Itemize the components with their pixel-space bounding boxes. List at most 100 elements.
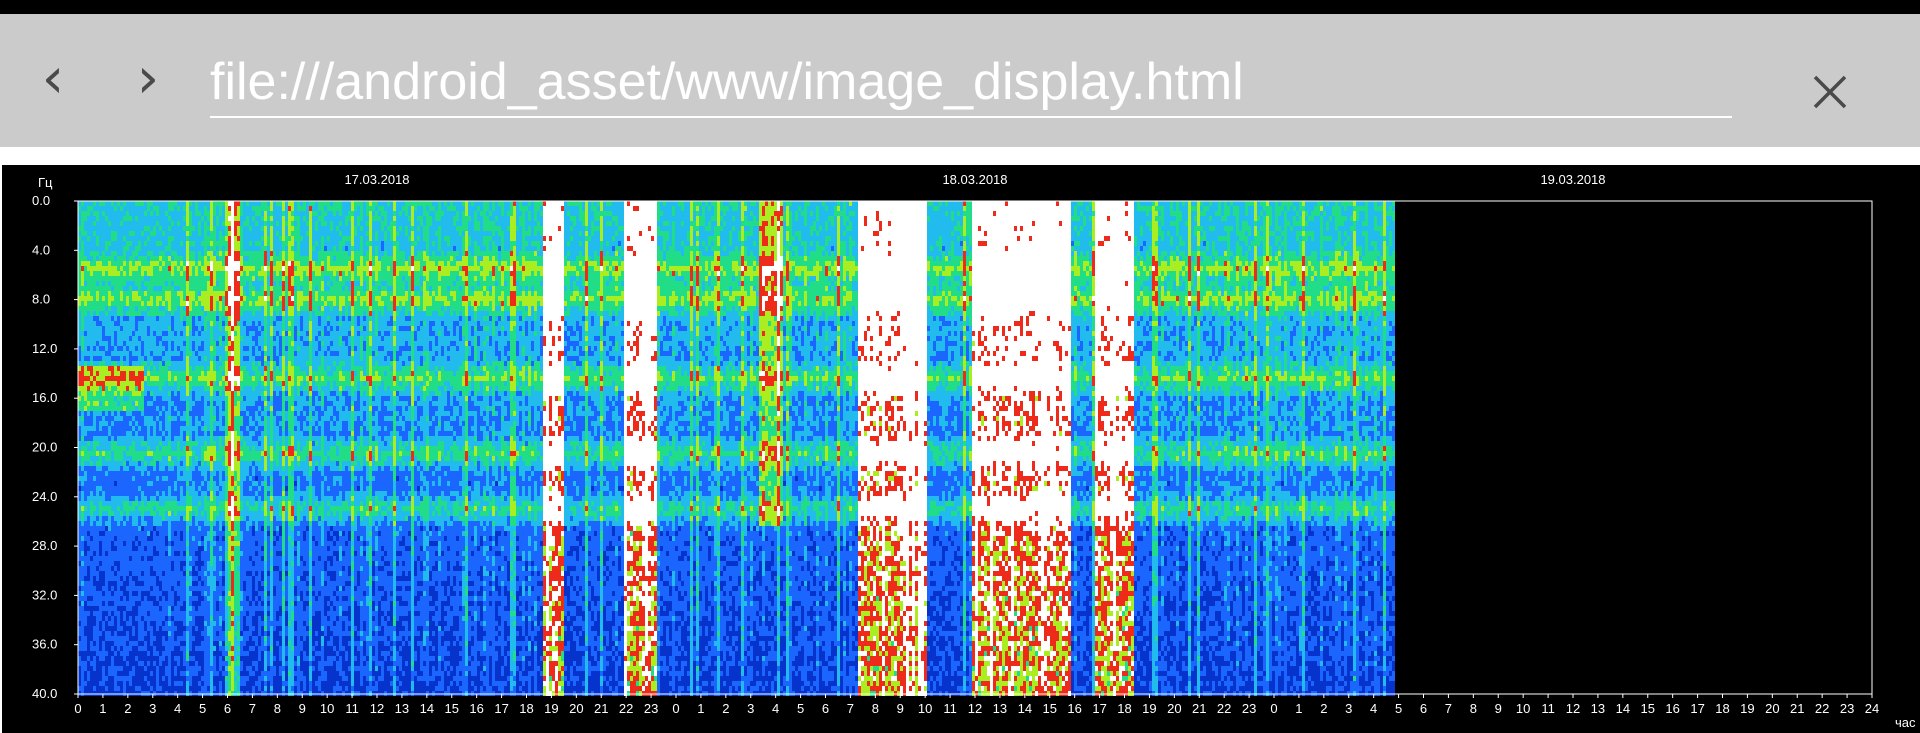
spectrogram-cell (126, 256, 129, 261)
spectrogram-cell (219, 276, 222, 281)
spectrogram-cell (165, 361, 168, 366)
spectrogram-cell (192, 506, 195, 511)
spectrogram-cell (213, 546, 216, 551)
spectrogram-cell (222, 441, 225, 446)
spectrogram-cell (213, 221, 216, 226)
spectrogram-cell (111, 341, 114, 346)
spectrogram-cell (171, 556, 174, 561)
spectrogram-cell (213, 641, 216, 646)
spectrogram-cell (216, 461, 219, 466)
spectrogram-cell (126, 321, 129, 326)
spectrogram-cell (120, 226, 123, 231)
spectrogram-cell (192, 486, 195, 491)
back-button[interactable]: ‹ (18, 44, 88, 114)
spectrogram-cell (183, 676, 186, 681)
spectrogram-cell (108, 486, 111, 491)
spectrogram-cell (150, 221, 153, 226)
spectrogram-cell (81, 371, 84, 376)
spectrogram-cell (117, 366, 120, 371)
spectrogram-cell (159, 461, 162, 466)
spectrogram-cell (93, 526, 96, 531)
spectrogram-cell (84, 276, 87, 281)
spectrogram-cell (132, 206, 135, 211)
spectrogram-cell (108, 471, 111, 476)
spectrogram-cell (204, 521, 207, 526)
spectrogram-cell (198, 396, 201, 401)
spectrogram-cell (132, 336, 135, 341)
spectrogram-cell (201, 211, 204, 216)
spectrogram-cell (216, 596, 219, 601)
spectrogram-cell (93, 381, 96, 386)
spectrogram-cell (198, 511, 201, 516)
spectrogram-cell (174, 561, 177, 566)
spectrogram-cell (219, 286, 222, 291)
spectrogram-cell (87, 541, 90, 546)
spectrogram-cell (126, 356, 129, 361)
spectrogram-cell (123, 631, 126, 636)
spectrogram-cell (192, 316, 195, 321)
spectrogram-cell (141, 616, 144, 621)
spectrogram-cell (198, 521, 201, 526)
spectrogram-cell (93, 356, 96, 361)
spectrogram-cell (216, 256, 219, 261)
spectrogram-cell (93, 256, 96, 261)
spectrogram-cell (186, 521, 189, 526)
spectrogram-cell (126, 661, 129, 666)
spectrogram-cell (90, 476, 93, 481)
spectrogram-cell (129, 466, 132, 471)
spectrogram-cell (207, 661, 210, 666)
spectrogram-cell (228, 346, 231, 351)
spectrogram-cell (99, 581, 102, 586)
spectrogram-cell (144, 456, 147, 461)
spectrogram-cell (165, 366, 168, 371)
spectrogram-cell (135, 631, 138, 636)
close-button[interactable] (1795, 57, 1865, 127)
spectrogram-cell (93, 491, 96, 496)
spectrogram-cell (159, 321, 162, 326)
spectrogram-cell (177, 296, 180, 301)
spectrogram-cell (141, 316, 144, 321)
spectrogram-cell (222, 651, 225, 656)
url-field[interactable]: file:///android_asset/www/image_display.… (210, 44, 1732, 118)
spectrogram-cell (87, 536, 90, 541)
spectrogram-cell (81, 386, 84, 391)
spectrogram-cell (201, 301, 204, 306)
spectrogram-cell (165, 636, 168, 641)
spectrogram-cell (90, 451, 93, 456)
spectrogram-cell (168, 341, 171, 346)
spectrogram-cell (192, 666, 195, 671)
spectrogram-cell (108, 631, 111, 636)
spectrogram-cell (126, 516, 129, 521)
spectrogram-cell (168, 641, 171, 646)
spectrogram-cell (177, 681, 180, 686)
spectrogram-cell (168, 216, 171, 221)
spectrogram-cell (138, 546, 141, 551)
spectrogram-cell (99, 551, 102, 556)
spectrogram-cell (81, 266, 84, 271)
spectrogram-cell (156, 296, 159, 301)
spectrogram-cell (90, 541, 93, 546)
spectrogram-cell (222, 626, 225, 631)
forward-button[interactable]: › (113, 44, 183, 114)
spectrogram-cell (90, 346, 93, 351)
spectrogram-cell (123, 436, 126, 441)
spectrogram-cell (96, 516, 99, 521)
spectrogram-cell (165, 441, 168, 446)
spectrogram-cell (111, 646, 114, 651)
spectrogram-cell (195, 281, 198, 286)
spectrogram-cell (216, 536, 219, 541)
spectrogram-cell (201, 606, 204, 611)
spectrogram-cell (192, 211, 195, 216)
spectrogram-cell (180, 311, 183, 316)
spectrogram-cell (111, 556, 114, 561)
spectrogram-cell (153, 361, 156, 366)
spectrogram-cell (102, 341, 105, 346)
spectrogram-cell (150, 546, 153, 551)
spectrogram-cell (222, 581, 225, 586)
spectrogram-cell (180, 211, 183, 216)
spectrogram-cell (144, 486, 147, 491)
spectrogram-cell (81, 636, 84, 641)
spectrogram-cell (141, 501, 144, 506)
spectrogram-cell (108, 301, 111, 306)
spectrogram-cell (207, 336, 210, 341)
